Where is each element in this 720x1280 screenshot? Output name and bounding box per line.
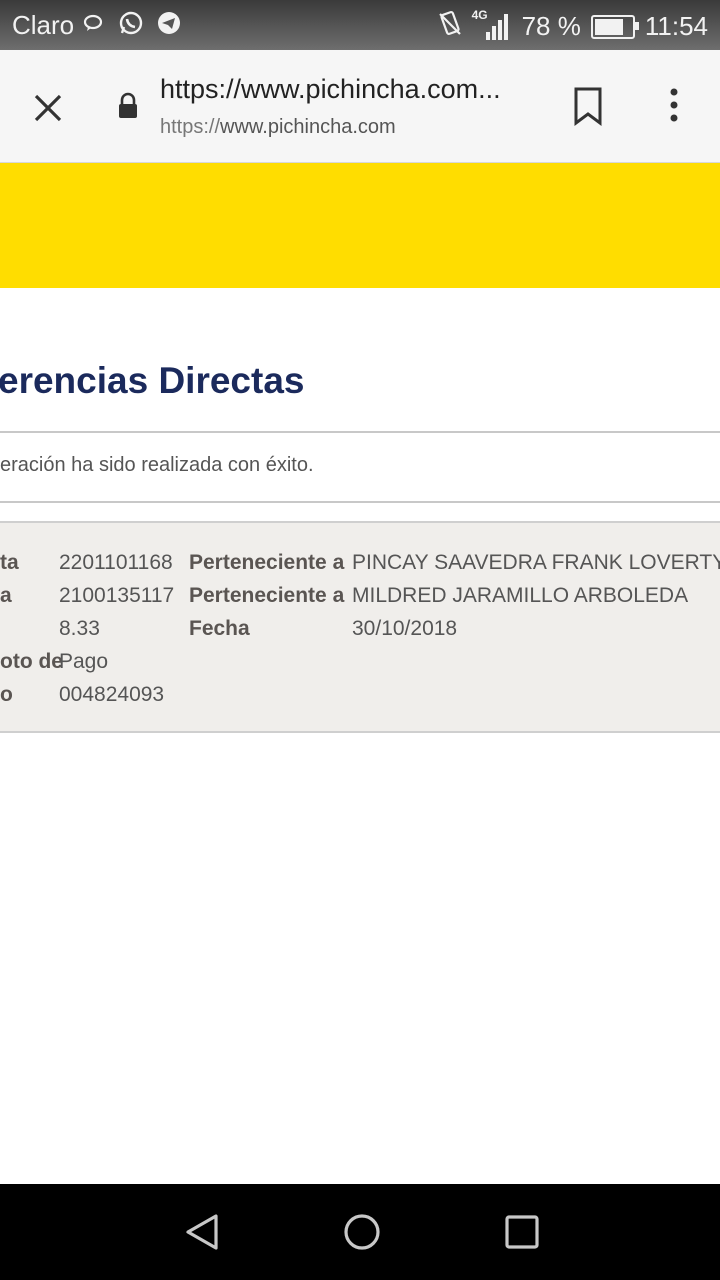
whatsapp-icon bbox=[118, 10, 144, 36]
url-title[interactable]: https://www.pichincha.com... bbox=[160, 74, 501, 105]
detail-value: 004824093 bbox=[59, 683, 165, 706]
vibrate-icon bbox=[438, 10, 462, 43]
chat-bubble-icon bbox=[80, 10, 106, 36]
telegram-icon bbox=[156, 10, 182, 36]
transfer-details: ta a oto de o 2201101168 2100135117 8.33… bbox=[0, 521, 720, 733]
close-icon[interactable] bbox=[28, 88, 68, 128]
url-host: www.pichincha.com bbox=[220, 116, 396, 138]
url-scheme: https:// bbox=[160, 116, 221, 138]
divider bbox=[0, 431, 720, 433]
battery-icon bbox=[590, 14, 639, 39]
home-icon[interactable] bbox=[342, 1212, 382, 1257]
battery-fill bbox=[594, 18, 623, 35]
bookmark-icon[interactable] bbox=[572, 86, 604, 131]
detail-value: 2100135117 bbox=[59, 584, 175, 607]
browser-toolbar: https://www.pichincha.com... https://www… bbox=[0, 50, 720, 163]
detail-label: Perteneciente a bbox=[189, 551, 345, 574]
detail-value: 8.33 bbox=[59, 617, 100, 640]
detail-label: Fecha bbox=[189, 617, 250, 640]
status-bar: Claro 4G 78 % 11:54 bbox=[0, 0, 720, 50]
site-header-banner bbox=[0, 163, 720, 288]
success-message: eración ha sido realizada con éxito. bbox=[0, 454, 314, 476]
detail-label: oto de bbox=[0, 650, 63, 673]
signal-icon: 4G bbox=[472, 8, 512, 42]
detail-label: Perteneciente a bbox=[189, 584, 345, 607]
page-title: erencias Directas bbox=[0, 360, 305, 401]
detail-value: PINCAY SAAVEDRA FRANK LOVERTY bbox=[352, 551, 720, 574]
divider bbox=[0, 501, 720, 503]
detail-label: a bbox=[0, 584, 12, 607]
detail-value: 2201101168 bbox=[59, 551, 173, 574]
lock-icon bbox=[116, 92, 140, 125]
detail-value: 30/10/2018 bbox=[352, 617, 458, 640]
back-icon[interactable] bbox=[182, 1212, 222, 1257]
clock: 11:54 bbox=[644, 11, 708, 41]
detail-value: Pago bbox=[59, 650, 109, 673]
detail-value: MILDRED JARAMILLO ARBOLEDA bbox=[352, 584, 689, 607]
battery-percent: 78 % bbox=[521, 11, 581, 41]
url-subtitle[interactable]: https://www.pichincha.com bbox=[160, 116, 396, 139]
detail-label: ta bbox=[0, 551, 19, 574]
more-options-icon[interactable] bbox=[662, 86, 686, 131]
carrier-label: Claro bbox=[12, 10, 75, 40]
recents-icon[interactable] bbox=[502, 1212, 542, 1257]
navigation-bar bbox=[0, 1184, 720, 1280]
detail-label: o bbox=[0, 683, 13, 706]
